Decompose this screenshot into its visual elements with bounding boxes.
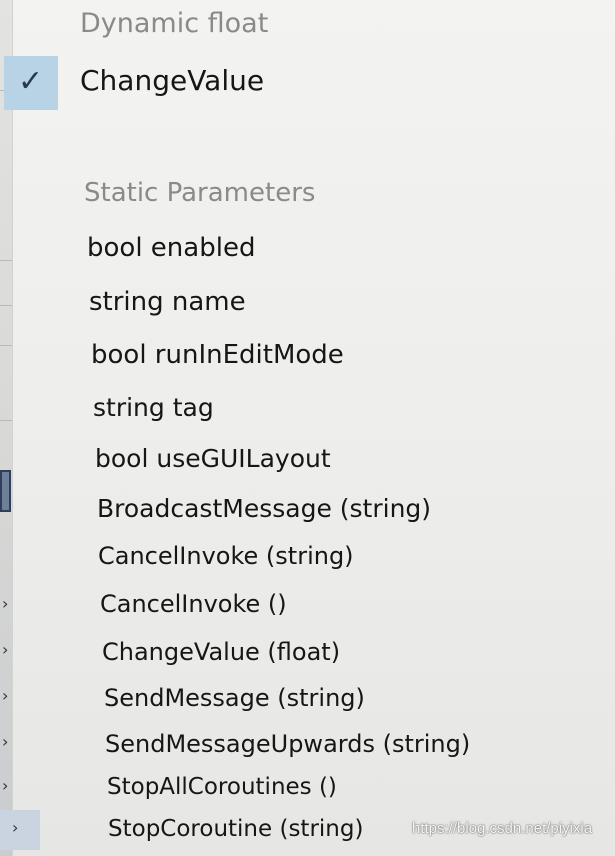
menu-item-sendmessageupwards[interactable]: SendMessageUpwards (string)	[105, 730, 470, 758]
static-section-header: Static Parameters	[84, 178, 316, 208]
menu-item-string-name[interactable]: string name	[89, 287, 246, 317]
chevron-right-icon: ›	[2, 686, 9, 705]
menu-item-string-tag[interactable]: string tag	[93, 393, 214, 422]
menu-item-bool-useguilayout[interactable]: bool useGUILayout	[95, 444, 331, 473]
menu-item-cancelinvoke-string[interactable]: CancelInvoke (string)	[98, 542, 354, 570]
menu-item-broadcastmessage[interactable]: BroadcastMessage (string)	[97, 494, 431, 523]
menu-item-cancelinvoke[interactable]: CancelInvoke ()	[100, 590, 287, 618]
menu-item-change-value[interactable]: ChangeValue	[80, 64, 264, 97]
menu-item-stopcoroutine[interactable]: StopCoroutine (string)	[108, 816, 363, 842]
menu-item-stopallcoroutines[interactable]: StopAllCoroutines ()	[107, 774, 337, 800]
chevron-right-icon: ›	[2, 776, 9, 795]
background-field	[0, 470, 11, 512]
menu-item-changevalue-float[interactable]: ChangeValue (float)	[102, 638, 340, 666]
menu-item-bool-enabled[interactable]: bool enabled	[87, 233, 255, 263]
menu-item-bool-runineditmode[interactable]: bool runInEditMode	[91, 340, 344, 370]
context-menu: › › › › › › Dynamic float ✓ ChangeValue …	[0, 0, 615, 856]
chevron-right-icon: ›	[2, 640, 9, 659]
chevron-highlight	[0, 810, 40, 850]
watermark: https://blog.csdn.net/piyixia	[412, 820, 593, 837]
chevron-right-icon: ›	[12, 818, 19, 837]
dynamic-section-header: Dynamic float	[80, 8, 269, 39]
menu-item-sendmessage[interactable]: SendMessage (string)	[104, 684, 365, 712]
background-inspector-edge	[0, 0, 13, 856]
chevron-right-icon: ›	[2, 594, 9, 613]
chevron-right-icon: ›	[2, 732, 9, 751]
check-icon: ✓	[18, 64, 44, 99]
